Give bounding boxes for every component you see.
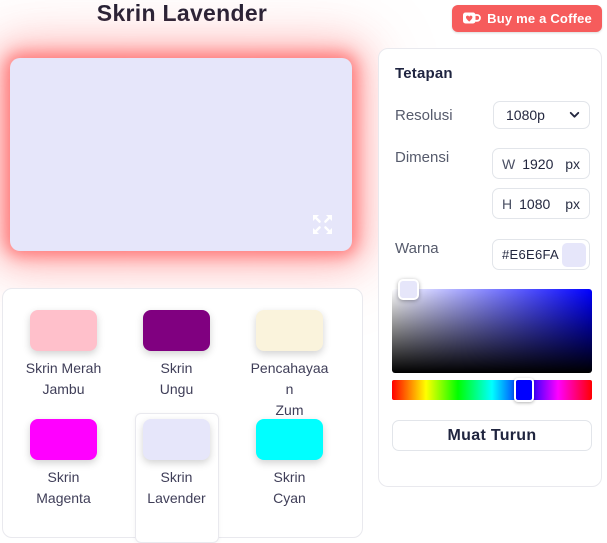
hue-handle[interactable] [514, 378, 534, 402]
swatch-label: Skrin Lavender [147, 469, 206, 506]
page-title: Skrin Lavender [96, 0, 268, 26]
coffee-button-label: Buy me a Coffee [487, 11, 592, 26]
swatch-label: Skrin Magenta [36, 469, 91, 506]
width-prefix: W [502, 155, 516, 172]
swatch-label: Skrin Cyan [273, 469, 306, 506]
swatch-color-chip [256, 419, 323, 460]
hue-slider[interactable] [392, 378, 592, 402]
height-field: H px [492, 188, 590, 219]
resolution-select[interactable]: 1080p [493, 101, 590, 129]
color-hex-input[interactable] [502, 247, 562, 262]
swatch-label: Skrin Ungu [159, 360, 194, 397]
saturation-brightness-area[interactable] [392, 279, 592, 373]
dimension-label: Dimensi [395, 149, 450, 166]
swatch-card-magenta[interactable]: Skrin Magenta [22, 413, 106, 522]
swatch-card-lavender[interactable]: Skrin Lavender [134, 413, 219, 543]
swatch-card-merah-jambu[interactable]: Skrin Merah Jambu [22, 304, 106, 413]
color-label: Warna [395, 240, 439, 257]
height-prefix: H [502, 195, 513, 212]
width-field: W px [492, 148, 590, 179]
current-color-chip [562, 242, 586, 267]
download-button[interactable]: Muat Turun [392, 420, 592, 451]
swatch-card-ungu[interactable]: Skrin Ungu [135, 304, 219, 413]
swatch-color-chip [143, 310, 210, 351]
width-unit: px [565, 155, 580, 172]
resolution-label: Resolusi [395, 107, 453, 124]
swatch-label: Skrin Merah Jambu [25, 360, 102, 397]
width-input[interactable] [522, 155, 565, 172]
resolution-select-wrap: 1080p [493, 101, 590, 129]
saturation-handle[interactable] [398, 279, 419, 300]
height-input[interactable] [519, 195, 562, 212]
swatch-color-chip [30, 419, 97, 460]
swatch-color-chip [143, 419, 210, 460]
buy-me-a-coffee-button[interactable]: Buy me a Coffee [452, 5, 602, 32]
height-unit: px [565, 195, 580, 212]
swatch-card-pencahayaan-zum[interactable]: Pencahayaan Zum [248, 304, 332, 418]
swatch-color-chip [30, 310, 97, 351]
swatch-label: Pencahayaan Zum [250, 360, 329, 418]
expand-fullscreen-icon[interactable] [309, 211, 336, 238]
color-hex-field [492, 239, 590, 270]
settings-title: Tetapan [395, 65, 453, 82]
settings-panel: Tetapan Resolusi 1080p Dimensi W px H px… [378, 48, 602, 487]
screen-preview[interactable] [10, 58, 352, 251]
swatch-card-cyan[interactable]: Skrin Cyan [248, 413, 332, 522]
swatch-color-chip [256, 310, 323, 351]
coffee-cup-icon [462, 11, 481, 26]
preset-screens-panel: Skrin Merah Jambu Skrin Ungu Pencahayaan Zu… [2, 288, 363, 543]
preset-grid: Skrin Merah Jambu Skrin Ungu Pencahayaan Zu… [3, 289, 362, 543]
